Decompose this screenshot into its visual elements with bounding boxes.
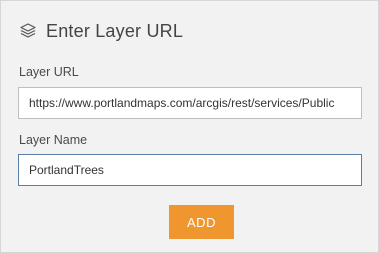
layers-icon xyxy=(18,21,38,41)
panel-header: Enter Layer URL xyxy=(18,18,183,44)
layer-url-label: Layer URL xyxy=(19,65,79,79)
enter-layer-url-panel: Enter Layer URL Layer URL Layer Name ADD xyxy=(0,0,379,253)
layer-url-input[interactable] xyxy=(18,87,362,119)
layer-name-input[interactable] xyxy=(18,154,362,186)
layer-name-label: Layer Name xyxy=(19,133,88,147)
add-button[interactable]: ADD xyxy=(169,205,234,239)
panel-title: Enter Layer URL xyxy=(46,20,184,41)
